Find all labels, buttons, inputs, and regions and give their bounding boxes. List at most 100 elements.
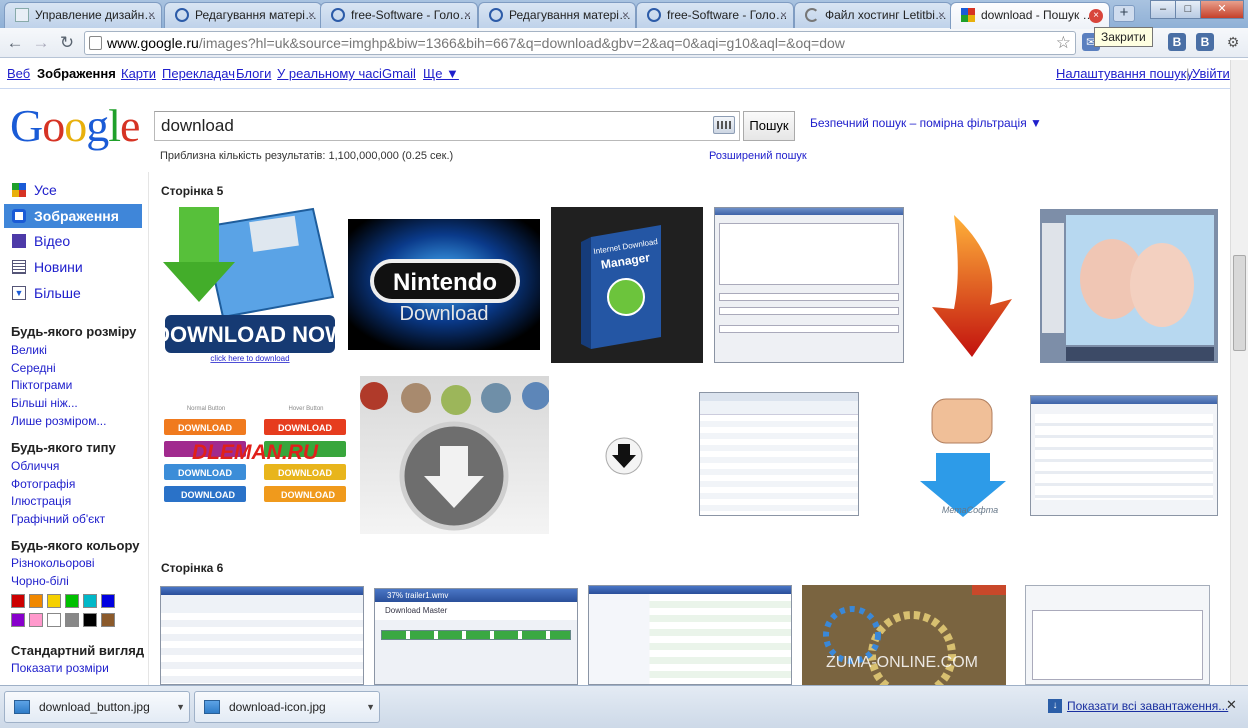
image-result-idm[interactable]: Internet Download Manager [551,207,703,363]
advanced-search-link[interactable]: Розширений пошук [709,150,807,162]
gbar-link-translate[interactable]: Перекладач [162,66,235,81]
color-swatch[interactable] [29,613,43,627]
minimize-button[interactable]: – [1150,0,1176,19]
image-result-video-downloader[interactable] [1030,395,1218,516]
browser-tab-active[interactable]: download - Пошук … × [950,2,1110,29]
browser-tab[interactable]: Управление дизайн… × [4,2,162,28]
color-filter-bw[interactable]: Чорно-білі [11,574,69,588]
chevron-down-icon[interactable]: ▼ [366,692,375,722]
image-result-wmv-download[interactable]: 37% trailer1.wmv Download Master [374,588,578,685]
search-settings-link[interactable]: Налаштування пошуку [1056,66,1193,81]
maximize-button[interactable]: □ [1175,0,1201,19]
image-result-round-icons[interactable] [360,376,549,534]
tab-close-icon[interactable]: × [464,3,471,27]
gbar-link-more[interactable]: Ще ▼ [423,66,459,81]
tab-close-icon[interactable]: × [308,3,315,27]
shelf-close-button[interactable]: ✕ [1226,697,1237,713]
color-swatch[interactable] [47,594,61,608]
chevron-down-icon[interactable]: ▼ [176,692,185,722]
gbar-link-gmail[interactable]: Gmail [382,66,416,81]
sidebar-item-images[interactable]: Зображення [4,204,142,228]
window-close-button[interactable]: ✕ [1200,0,1244,19]
back-button[interactable]: ← [4,32,26,54]
sidebar-item-more[interactable]: ▼ Більше [4,281,142,305]
show-all-downloads-link[interactable]: ↓ Показати всі завантаження... [1048,699,1228,713]
tab-close-icon[interactable]: × [622,3,629,27]
search-button[interactable]: Пошук [743,111,795,141]
color-swatch[interactable] [29,594,43,608]
sidebar-item-video[interactable]: Відео [4,229,142,253]
color-filter-full[interactable]: Різнокольорові [11,556,95,570]
vertical-scrollbar[interactable] [1230,60,1248,685]
size-filter-large[interactable]: Великі [11,343,47,357]
reload-button[interactable]: ↻ [56,32,78,54]
image-result-zuma[interactable]: ZUMA-ONLINE.COM [802,585,1006,685]
sidebar-item-all[interactable]: Усе [4,178,142,202]
browser-tab[interactable]: free-Software - Голо… × [636,2,794,28]
browser-tab[interactable]: Редагування матері… × [478,2,636,28]
browser-tab[interactable]: free-Software - Голо… × [320,2,478,28]
image-result-nintendo[interactable]: Nintendo Download [348,219,540,350]
image-result-hand-arrow[interactable]: МетаСофта [910,393,1014,519]
sidebar-item-news[interactable]: Новини [4,255,142,279]
show-sizes-link[interactable]: Показати розміри [11,661,109,675]
type-filter-face[interactable]: Обличчя [11,459,59,473]
google-logo[interactable]: Google [10,100,140,152]
gbar-link-blogs[interactable]: Блоги [236,66,271,81]
color-swatch[interactable] [65,613,79,627]
size-filter-icons[interactable]: Піктограми [11,378,72,392]
size-filter-exact[interactable]: Лише розміром... [11,414,106,428]
size-filter-larger-than[interactable]: Більші ніж... [11,396,78,410]
image-result-download-master-2[interactable] [588,585,792,685]
bookmark-star-icon[interactable]: ☆ [1056,32,1071,54]
image-result-red-arrow[interactable] [914,213,1030,361]
browser-tab[interactable]: Файл хостинг Letitbi… × [794,2,952,28]
color-swatch[interactable] [83,613,97,627]
size-filter-medium[interactable]: Середні [11,361,56,375]
gbar-link-web[interactable]: Веб [7,66,30,81]
virtual-keyboard-icon[interactable] [713,116,735,134]
type-filter-photo[interactable]: Фотографія [11,477,75,491]
color-swatch[interactable] [11,613,25,627]
type-filter-clipart[interactable]: Ілюстрація [11,494,71,508]
wrench-icon[interactable]: ⚙ [1224,33,1242,51]
vk-extension-icon[interactable]: B [1196,33,1214,51]
gbar-link-images[interactable]: Зображення [37,66,116,81]
color-swatch[interactable] [101,613,115,627]
image-result-buttons[interactable]: Normal Button Hover Button DLEMAN.RU DOW… [160,398,350,510]
color-swatch[interactable] [47,613,61,627]
safesearch-dropdown[interactable]: Безпечний пошук – помірна фільтрація ▼ [810,116,1042,130]
forward-button[interactable]: → [30,32,52,54]
new-tab-button[interactable]: + [1113,5,1135,22]
tab-close-icon[interactable]: × [148,3,155,27]
tab-close-icon[interactable]: × [938,3,945,27]
svg-text:DLEMAN.RU: DLEMAN.RU [192,441,319,464]
image-result-download-dialog[interactable] [1025,585,1210,685]
scrollbar-thumb[interactable] [1233,255,1246,351]
small-down-arrow-icon [605,437,643,475]
gbar-link-realtime[interactable]: У реальному часі [277,66,382,81]
address-bar[interactable]: www.google.ru/images?hl=uk&source=imghp&… [84,31,1076,55]
image-result-speed-download[interactable] [699,392,859,516]
image-result-youtube-downloader[interactable] [714,207,904,363]
image-result-download-now[interactable]: DOWNLOAD NOW click here to download [163,207,337,365]
tab-close-icon[interactable]: × [1089,9,1103,23]
download-item[interactable]: download-icon.jpg ▼ [194,691,380,723]
gbar-link-maps[interactable]: Карти [121,66,156,81]
image-result-small-arrow-icon[interactable] [604,435,644,477]
color-swatch[interactable] [83,594,97,608]
download-item[interactable]: download_button.jpg ▼ [4,691,190,723]
image-result-download-master-1[interactable] [160,586,364,685]
svg-text:Hover Button: Hover Button [288,406,323,412]
close-tooltip: Закрити [1094,27,1153,47]
color-swatch[interactable] [101,594,115,608]
color-swatch[interactable] [65,594,79,608]
search-input[interactable]: download [154,111,740,141]
color-swatch[interactable] [11,594,25,608]
signin-link[interactable]: Увійти [1192,66,1230,81]
image-result-faces[interactable] [1040,209,1218,363]
browser-tab[interactable]: Редагування матері… × [164,2,322,28]
vk-extension-icon[interactable]: B [1168,33,1186,51]
type-filter-lineart[interactable]: Графічний об'єкт [11,512,105,526]
tab-close-icon[interactable]: × [780,3,787,27]
